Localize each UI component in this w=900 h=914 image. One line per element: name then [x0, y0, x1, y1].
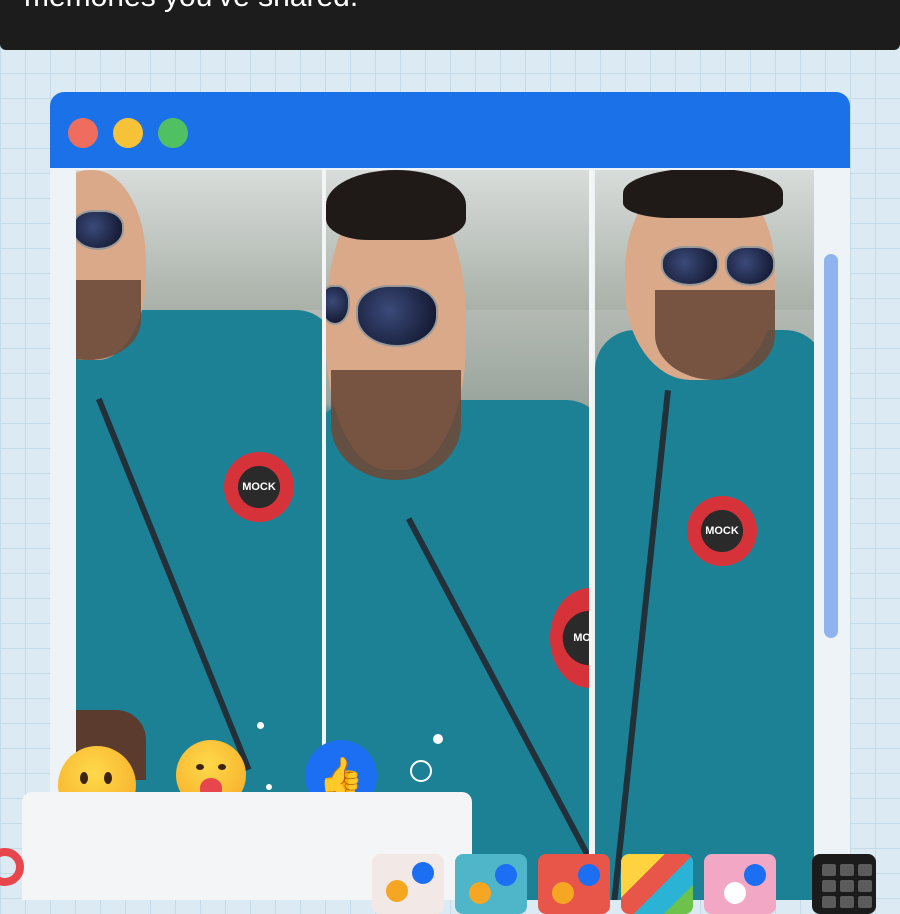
caption-text: memories you've shared. [24, 0, 358, 14]
hair [326, 170, 466, 240]
sparkle-dot [266, 784, 272, 790]
badge-text: MOCK [573, 632, 589, 644]
jacket-badge: MOCK [687, 496, 757, 566]
sparkle-dot [257, 722, 264, 729]
jacket-badge: MOCK [224, 452, 294, 522]
thumbnail-5[interactable] [704, 854, 776, 914]
sunglasses [661, 246, 775, 286]
jacket [595, 330, 814, 900]
beard [655, 290, 775, 380]
minimize-dot-icon[interactable] [113, 118, 143, 148]
beard [331, 370, 461, 480]
panel-divider [589, 170, 593, 900]
vertical-scrollbar[interactable] [824, 254, 838, 638]
caption-banner: memories you've shared. [0, 0, 900, 50]
badge-text: MOCK [242, 481, 276, 493]
thumbnail-4[interactable] [621, 854, 693, 914]
apps-grid-icon[interactable] [812, 854, 876, 914]
thumbnail-3[interactable] [538, 854, 610, 914]
hair [623, 170, 783, 218]
photo-window: MOCK MOCK MOCK [50, 92, 850, 900]
thumbnail-1[interactable] [372, 854, 444, 914]
photo-panel-3[interactable]: MOCK [595, 170, 814, 900]
sparkle-ring [410, 760, 432, 782]
sunglasses [326, 285, 438, 347]
maximize-dot-icon[interactable] [158, 118, 188, 148]
sunglasses [76, 210, 124, 250]
thumbnail-2[interactable] [455, 854, 527, 914]
window-titlebar [50, 92, 850, 168]
badge-text: MOCK [705, 525, 739, 537]
heart-reaction-icon [0, 848, 24, 886]
sparkle-dot [433, 734, 443, 744]
close-dot-icon[interactable] [68, 118, 98, 148]
